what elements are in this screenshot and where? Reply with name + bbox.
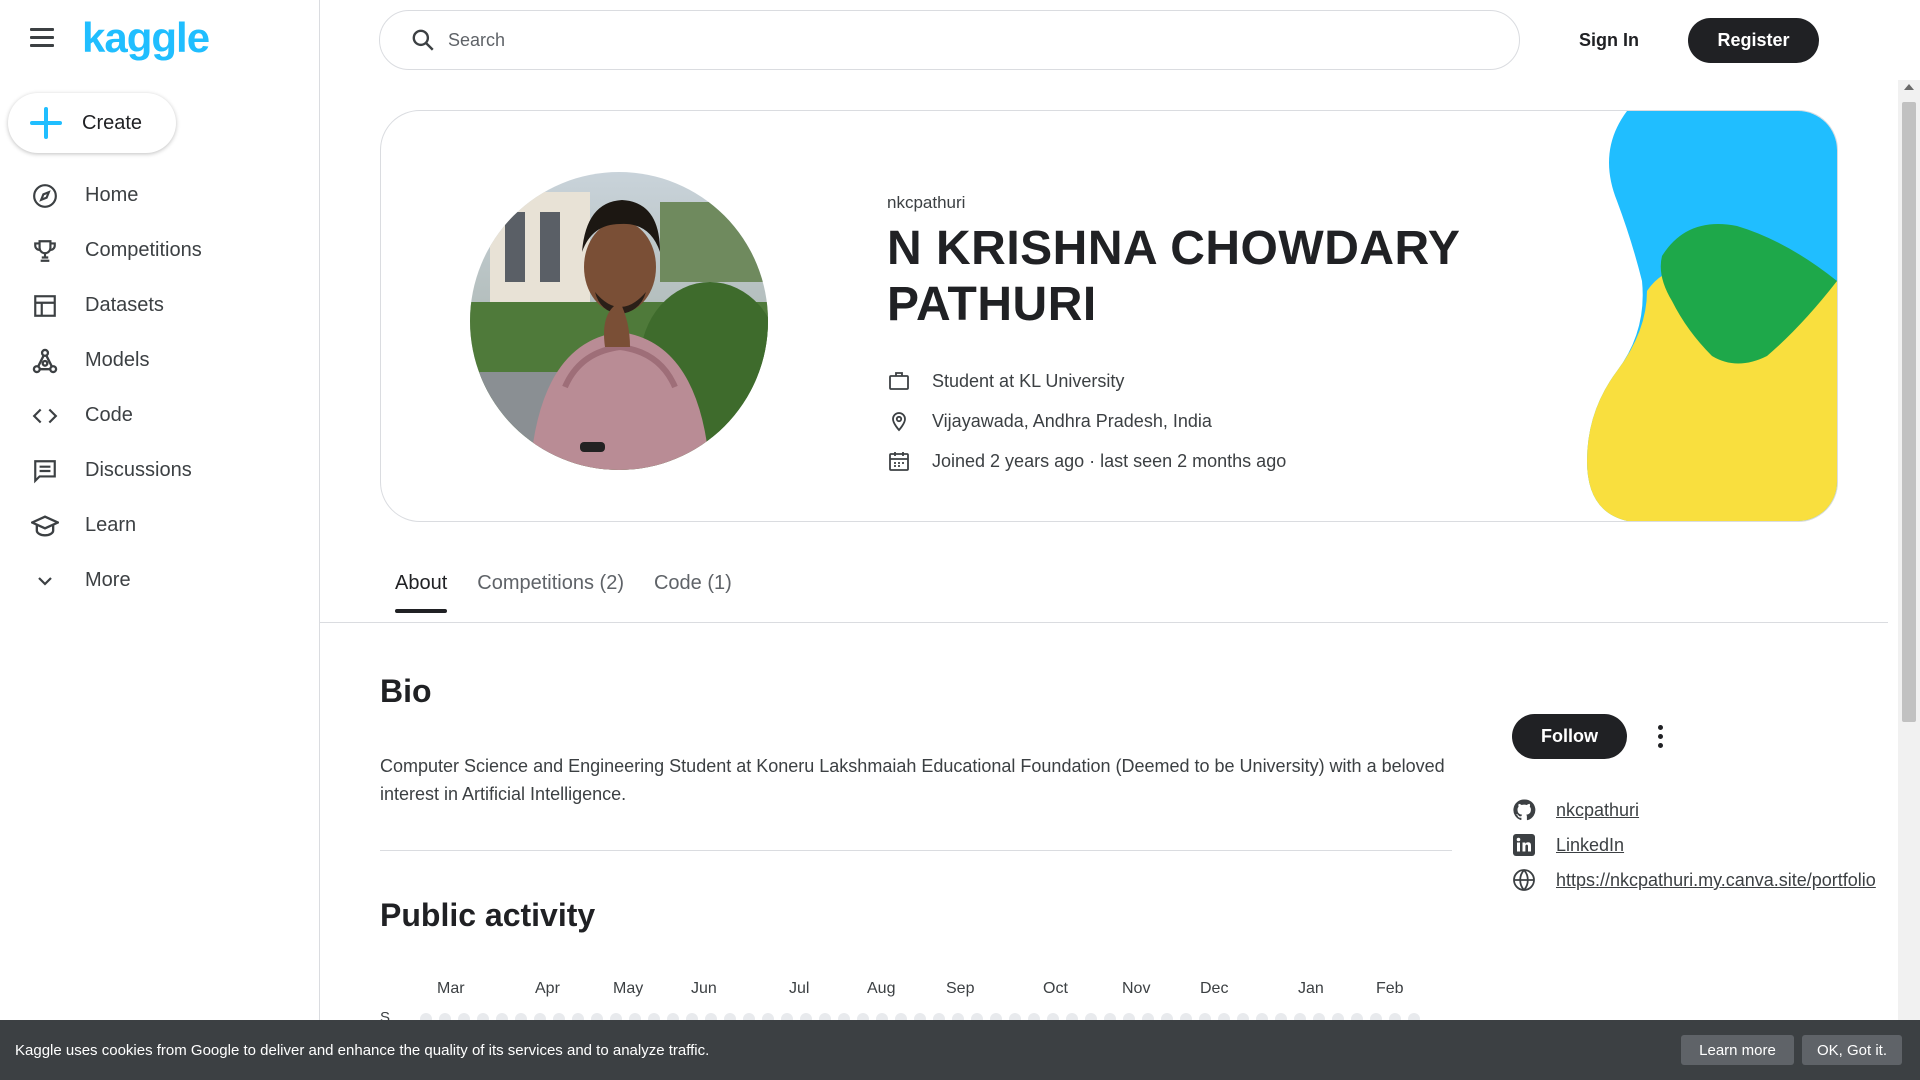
sidebar-item-label: Discussions bbox=[85, 459, 192, 481]
month-label: Sep bbox=[946, 980, 975, 997]
trophy-icon bbox=[30, 236, 60, 266]
tab-competitions[interactable]: Competitions (2) bbox=[477, 572, 624, 613]
sidebar-item-label: Code bbox=[85, 404, 133, 426]
models-icon bbox=[30, 346, 60, 376]
menu-icon[interactable] bbox=[30, 28, 58, 52]
month-label: Nov bbox=[1122, 980, 1151, 997]
register-button[interactable]: Register bbox=[1688, 18, 1819, 63]
school-icon bbox=[30, 511, 60, 541]
linkedin-link-row: LinkedIn bbox=[1512, 833, 1886, 858]
search-icon bbox=[412, 29, 434, 51]
profile-joined: Joined 2 years ago · last seen 2 months … bbox=[887, 449, 1487, 473]
month-label: Aug bbox=[867, 980, 896, 997]
month-label: Jul bbox=[789, 980, 810, 997]
month-label: Apr bbox=[535, 980, 560, 997]
chevron-down-icon bbox=[30, 566, 60, 596]
comment-icon bbox=[30, 456, 60, 486]
plus-icon bbox=[30, 107, 62, 139]
sidebar-item-label: Home bbox=[85, 184, 139, 206]
avatar bbox=[470, 172, 768, 470]
profile-header-card: nkcpathuri N KRISHNA CHOWDARY PATHURI St… bbox=[380, 110, 1838, 522]
create-button[interactable]: Create bbox=[8, 93, 176, 153]
profile-full-name: N KRISHNA CHOWDARY PATHURI bbox=[887, 222, 1460, 331]
sidebar-item-competitions[interactable]: Competitions bbox=[0, 223, 320, 278]
sidebar-item-label: More bbox=[85, 569, 131, 591]
learn-more-button[interactable]: Learn more bbox=[1681, 1035, 1794, 1065]
briefcase-icon bbox=[889, 372, 909, 390]
sign-in-button[interactable]: Sign In bbox=[1555, 20, 1663, 60]
month-label: Jan bbox=[1298, 980, 1324, 997]
page-scrollbar[interactable] bbox=[1898, 80, 1920, 1020]
globe-icon bbox=[1513, 869, 1535, 891]
profile-location: Vijayawada, Andhra Pradesh, India bbox=[887, 409, 1487, 433]
location-text: Vijayawada, Andhra Pradesh, India bbox=[932, 410, 1212, 431]
sidebar-nav: Home Competitions Datasets Models Code D… bbox=[0, 168, 320, 608]
location-pin-icon bbox=[892, 412, 906, 432]
cookie-text: Kaggle uses cookies from Google to deliv… bbox=[15, 1041, 710, 1059]
tabs-divider bbox=[320, 622, 1888, 623]
month-label: Feb bbox=[1376, 980, 1404, 997]
linkedin-link[interactable]: LinkedIn bbox=[1556, 833, 1886, 858]
code-icon bbox=[30, 401, 60, 431]
activity-month-labels: Mar Apr May Jun Jul Aug Sep Oct Nov Dec … bbox=[380, 980, 1452, 1004]
sidebar-item-code[interactable]: Code bbox=[0, 388, 320, 443]
month-label: May bbox=[613, 980, 644, 997]
left-sidebar: kaggle Create Home Competitions Datasets bbox=[0, 0, 320, 1080]
kaggle-logo[interactable]: kaggle bbox=[82, 14, 210, 62]
sidebar-item-discussions[interactable]: Discussions bbox=[0, 443, 320, 498]
github-link-row: nkcpathuri bbox=[1512, 798, 1886, 823]
sidebar-item-home[interactable]: Home bbox=[0, 168, 320, 223]
profile-occupation: Student at KL University bbox=[887, 369, 1487, 393]
occupation-text: Student at KL University bbox=[932, 370, 1125, 391]
follow-button[interactable]: Follow bbox=[1512, 714, 1627, 759]
profile-tabs: About Competitions (2) Code (1) bbox=[380, 572, 762, 613]
public-activity-heading: Public activity bbox=[380, 897, 596, 933]
sidebar-item-label: Datasets bbox=[85, 294, 164, 316]
bio-heading: Bio bbox=[380, 673, 432, 709]
sidebar-item-label: Learn bbox=[85, 514, 137, 536]
tab-code[interactable]: Code (1) bbox=[654, 572, 732, 613]
sidebar-item-label: Competitions bbox=[85, 239, 202, 261]
sidebar-item-learn[interactable]: Learn bbox=[0, 498, 320, 553]
scroll-thumb[interactable] bbox=[1902, 102, 1916, 722]
bio-text: Computer Science and Engineering Student… bbox=[380, 756, 1445, 804]
compass-icon bbox=[30, 181, 60, 211]
github-link[interactable]: nkcpathuri bbox=[1556, 798, 1886, 823]
tab-about[interactable]: About bbox=[395, 572, 448, 613]
month-label: Jun bbox=[691, 980, 717, 997]
kaggle-decorative-blob bbox=[1587, 111, 1837, 521]
scroll-up-arrow-icon[interactable] bbox=[1904, 84, 1914, 90]
section-divider bbox=[380, 850, 1452, 851]
calendar-icon bbox=[889, 452, 909, 471]
cookie-banner: Kaggle uses cookies from Google to deliv… bbox=[0, 1020, 1920, 1080]
search-bar[interactable] bbox=[379, 10, 1520, 70]
sidebar-item-models[interactable]: Models bbox=[0, 333, 320, 388]
linkedin-icon bbox=[1513, 834, 1535, 856]
website-link-row: https://nkcpathuri.my.canva.site/portfol… bbox=[1512, 868, 1886, 893]
more-options-icon[interactable] bbox=[1648, 720, 1672, 752]
search-input[interactable] bbox=[448, 29, 1348, 51]
create-label: Create bbox=[82, 111, 143, 134]
sidebar-item-datasets[interactable]: Datasets bbox=[0, 278, 320, 333]
github-icon bbox=[1513, 799, 1536, 821]
month-label: Mar bbox=[437, 980, 465, 997]
sidebar-item-more[interactable]: More bbox=[0, 553, 320, 608]
ok-got-it-button[interactable]: OK, Got it. bbox=[1802, 1035, 1902, 1065]
website-link[interactable]: https://nkcpathuri.my.canva.site/portfol… bbox=[1556, 868, 1886, 893]
table-icon bbox=[30, 291, 60, 321]
month-label: Dec bbox=[1200, 980, 1229, 997]
month-label: Oct bbox=[1043, 980, 1068, 997]
sidebar-item-label: Models bbox=[85, 349, 150, 371]
joined-text: Joined 2 years ago · last seen 2 months … bbox=[932, 450, 1287, 471]
profile-username: nkcpathuri bbox=[887, 193, 966, 212]
